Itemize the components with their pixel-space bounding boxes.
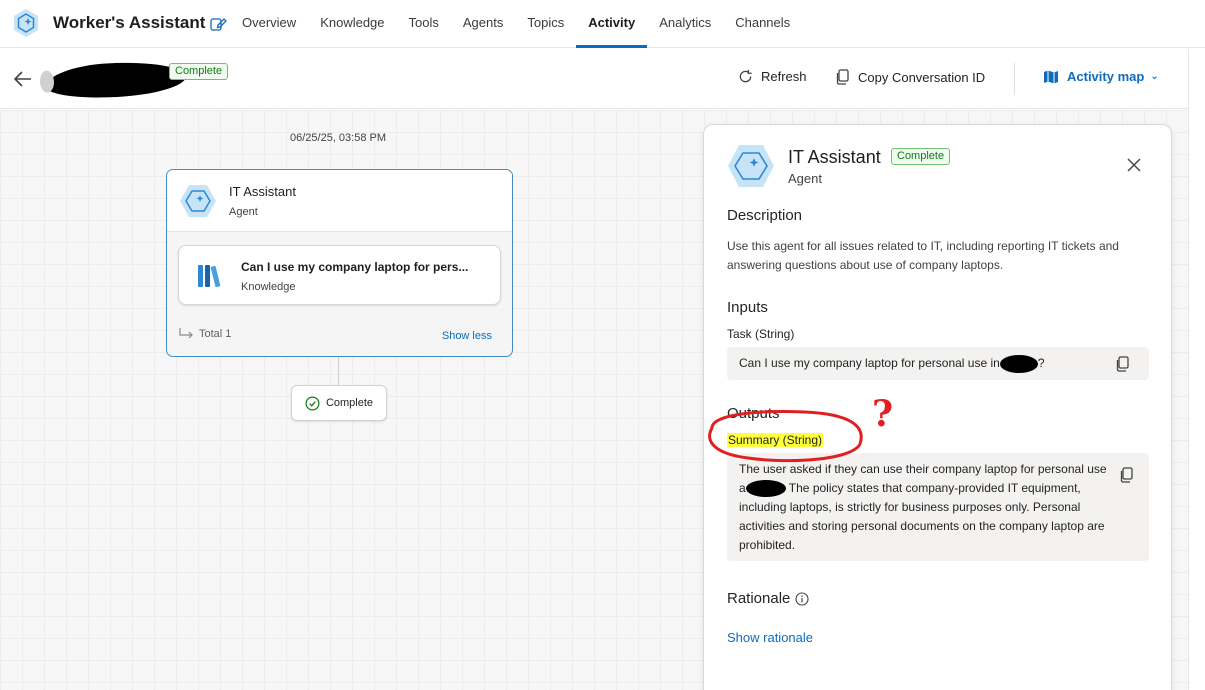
question-mark-annotation: ? — [872, 393, 894, 435]
description-heading: Description — [727, 207, 803, 224]
description-text: Use this agent for all issues related to… — [727, 239, 1119, 272]
agent-node-header: IT Assistant Agent — [167, 170, 512, 232]
summary-output-value-rest: The policy states that company-provided … — [739, 481, 1105, 552]
activity-map-dropdown[interactable]: Activity map ⌄ — [1043, 69, 1159, 84]
agent-node-card[interactable]: IT Assistant Agent Can I use my company … — [166, 169, 513, 357]
copy-icon — [836, 69, 849, 85]
refresh-label: Refresh — [761, 69, 807, 84]
knowledge-step-title: Can I use my company laptop for pers... — [241, 260, 469, 274]
show-rationale-link[interactable]: Show rationale — [727, 630, 813, 645]
conversation-timestamp: 06/25/25, 03:58 PM — [290, 132, 387, 144]
refresh-icon — [739, 69, 752, 83]
total-steps-label: Total 1 — [199, 328, 232, 340]
edit-agent-icon[interactable] — [209, 14, 227, 32]
copy-conversation-id-label: Copy Conversation ID — [858, 69, 986, 85]
agent-details-panel: IT Assistant Complete Agent Description … — [703, 124, 1172, 690]
redacted-text — [999, 354, 1038, 373]
show-less-link[interactable]: Show less — [442, 330, 492, 342]
task-input-value: Can I use my company laptop for personal… — [739, 356, 1000, 370]
activity-map-label: Activity map — [1067, 69, 1145, 84]
agent-node-type: Agent — [229, 206, 258, 218]
outputs-heading: Outputs — [727, 405, 780, 422]
close-icon[interactable] — [1126, 157, 1142, 173]
total-steps-row: Total 1 — [179, 328, 231, 340]
inputs-heading: Inputs — [727, 299, 768, 316]
branch-arrow-icon — [179, 328, 193, 339]
nav-tab-knowledge[interactable]: Knowledge — [308, 0, 396, 48]
rationale-heading: Rationale — [727, 590, 791, 607]
copy-input-icon[interactable] — [1115, 356, 1131, 372]
nav-tab-activity[interactable]: Activity — [576, 0, 648, 48]
summary-output-value-box: The user asked if they can use their com… — [727, 453, 1149, 561]
nav-tab-agents[interactable]: Agents — [451, 0, 515, 48]
agent-hexagon-icon — [728, 145, 774, 187]
task-input-value-box: Can I use my company laptop for personal… — [727, 347, 1149, 380]
copy-conversation-id-button[interactable]: Copy Conversation ID — [836, 69, 985, 85]
status-badge: Complete — [169, 63, 229, 80]
knowledge-books-icon — [198, 265, 221, 288]
activity-subheader: Complete Refresh Copy Conversation ID Ac… — [0, 49, 1188, 109]
node-connector-line — [338, 357, 339, 386]
rationale-heading-row: Rationale — [727, 590, 809, 607]
nav-tab-overview[interactable]: Overview — [230, 0, 308, 48]
check-circle-icon — [305, 396, 320, 410]
complete-node[interactable]: Complete — [291, 385, 387, 421]
redacted-text — [745, 480, 786, 498]
app-title: Worker's Assistant — [53, 13, 206, 32]
copy-output-icon[interactable] — [1119, 467, 1135, 483]
nav-tab-topics[interactable]: Topics — [515, 0, 576, 48]
panel-agent-type: Agent — [788, 171, 822, 186]
complete-node-label: Complete — [325, 397, 374, 409]
panel-status-badge: Complete — [891, 148, 951, 165]
vertical-scrollbar[interactable] — [1188, 49, 1205, 690]
redacted-conversation-title — [45, 59, 187, 101]
task-input-value-end: ? — [1037, 356, 1045, 370]
main-nav: Overview Knowledge Tools Agents Topics A… — [230, 0, 802, 48]
nav-tab-analytics[interactable]: Analytics — [647, 0, 723, 48]
panel-agent-name: IT Assistant — [788, 147, 881, 167]
agent-node-name: IT Assistant — [229, 184, 296, 199]
task-input-label: Task (String) — [727, 327, 795, 341]
map-icon — [1044, 70, 1058, 83]
top-navigation-bar: Worker's Assistant Overview Knowledge To… — [0, 0, 1205, 48]
nav-tab-channels[interactable]: Channels — [723, 0, 802, 48]
agent-hexagon-icon — [180, 185, 216, 217]
back-arrow-icon[interactable] — [12, 69, 34, 89]
nav-tab-tools[interactable]: Tools — [397, 0, 451, 48]
highlighted-summary-label: Summary (String) — [727, 433, 824, 447]
info-icon[interactable] — [795, 591, 809, 606]
toolbar-divider — [1014, 63, 1015, 95]
summary-output-label: Summary (String) — [727, 433, 824, 447]
knowledge-step-card[interactable]: Can I use my company laptop for pers... … — [178, 245, 501, 305]
copilot-agent-logo-icon — [14, 9, 38, 37]
refresh-button[interactable]: Refresh — [738, 69, 807, 84]
knowledge-step-type: Knowledge — [241, 281, 296, 293]
chevron-down-icon: ⌄ — [1150, 71, 1159, 82]
